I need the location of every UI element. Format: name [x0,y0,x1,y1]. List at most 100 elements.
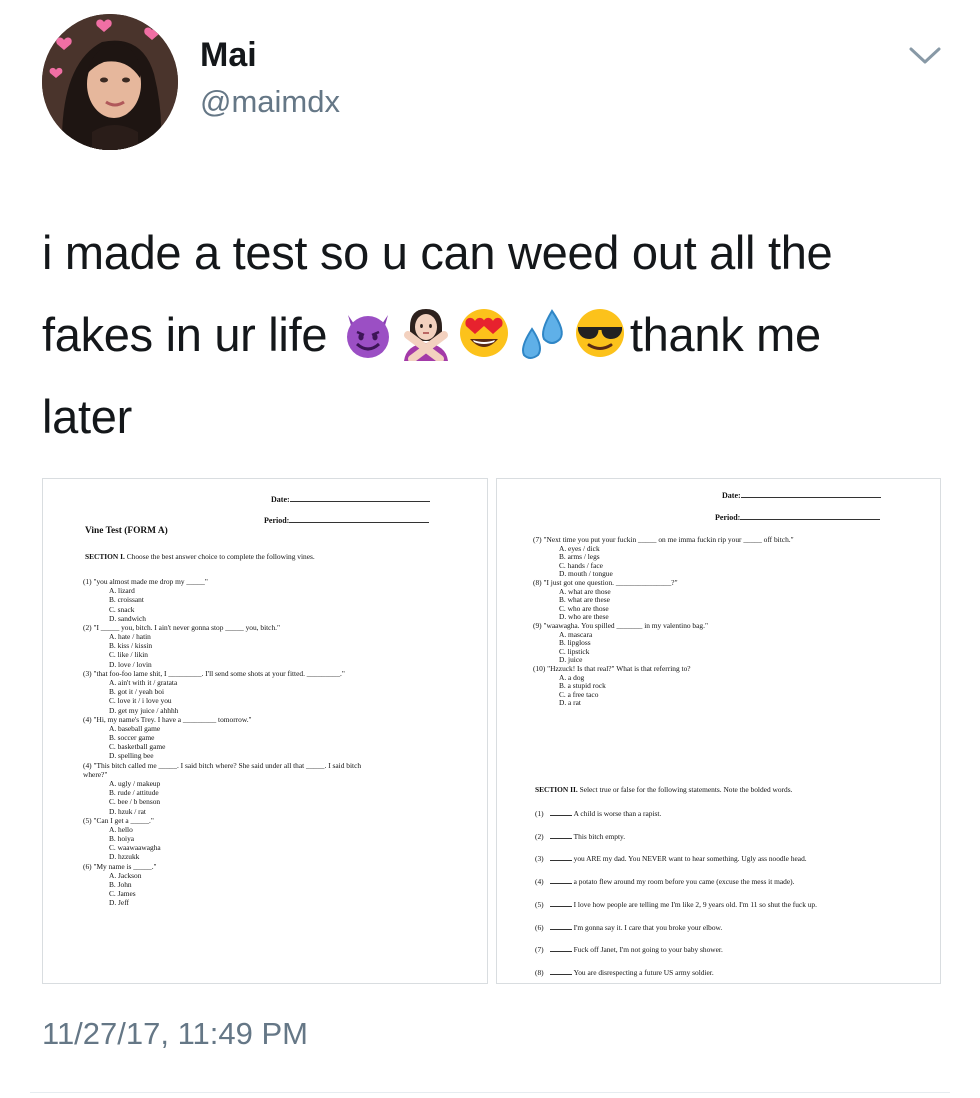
section1-instructions: Choose the best answer choice to complet… [126,552,315,561]
statement-text: This bitch empty. [573,831,626,841]
tweet-text-line2a: fakes in ur life [42,308,340,361]
statement-text: Fuck off Janet, I'm not going to your ba… [573,945,723,955]
statement-row: (3) you ARE my dad. You NEVER want to hea… [535,854,807,863]
tweet-text-line1: i made a test so u can weed out all the [42,226,833,279]
statement-number: (2) [535,831,544,841]
attached-image-form-b[interactable]: Date: Period: (7) "Next time you put you… [496,478,941,984]
answer-blank [549,877,572,885]
answer-blank [549,809,572,816]
answer-blank [549,832,572,839]
question-line: (10) "Hzzuck! Is that real?" What is tha… [533,664,691,673]
period-label: Period: [264,516,290,525]
answer-option: D. hzuk / rat [109,806,146,816]
statement-text: you ARE my dad. You NEVER want to hear s… [573,854,807,864]
chevron-down-icon[interactable] [905,44,945,68]
tweet-text-line2: fakes in ur life thank me [42,294,942,376]
period-row: Period: [264,516,430,525]
answer-blank [549,900,572,907]
divider [30,1092,950,1093]
statement-text: A child is worse than a rapist. [573,809,662,818]
statement-row: (7) Fuck off Janet, I'm not going to your… [535,945,723,954]
answer-option: C. snack [109,604,135,614]
statement-row: (2) This bitch empty. [535,832,625,841]
answer-option: B. got it / yeah boi [109,687,165,697]
answer-option: C. bee / b benson [109,797,161,807]
smiling-devil-emoji [340,305,396,361]
attached-image-form-a[interactable]: Date: Period: Vine Test (FORM A) SECTION… [42,478,488,984]
answer-option: A. lizard [109,586,135,596]
question-line: (5) "Can I get a _____." [83,815,154,825]
answer-option: C. James [109,889,136,899]
section1-heading: SECTION I. Choose the best answer choice… [85,552,315,561]
answer-option: D. a rat [559,698,581,708]
statement-text: I love how people are telling me I'm lik… [573,899,817,909]
question-line: (4) "Hi, my name's Trey. I have a ______… [83,714,252,724]
answer-option: A. baseball game [109,723,161,733]
answer-option: A. ugly / makeup [109,778,161,788]
question-line: (3) "that foo-foo lame shit, I _________… [83,668,345,678]
statement-number: (6) [535,922,544,932]
user-handle[interactable]: @maimdx [200,84,340,120]
form-title: Vine Test (FORM A) [85,526,168,536]
answer-option: B. rude / attitude [109,788,159,798]
answer-blank [549,854,572,862]
answer-option: C. love it / i love you [109,696,172,706]
statement-number: (5) [535,899,544,909]
heart-eyes-emoji [456,305,512,361]
profile-photo [42,14,178,150]
statement-text: a potato flew around my room before you … [573,877,795,887]
answer-option: D. Jeff [109,898,129,908]
answer-blank [549,968,572,975]
answer-option: C. basketball game [109,742,166,752]
date-row: Date: [722,491,881,500]
person-gesturing-no-emoji [398,305,454,361]
answer-option: B. kiss / kissin [109,641,153,651]
answer-option: D. hzzukk [109,852,140,862]
date-row: Date: [271,495,430,504]
statement-text: I'm gonna say it. I care that you broke … [573,922,723,932]
answer-option: A. ain't with it / gratata [109,677,178,687]
date-label: Date: [271,495,290,504]
statement-number: (1) [535,809,544,818]
tweet-timestamp[interactable]: 11/27/17, 11:49 PM [42,1016,308,1052]
answer-option: B. hoiya [109,834,135,844]
answer-blank [549,945,572,953]
tweet-text-line3: later [42,390,132,443]
answer-option: D. get my juice / ahhhh [109,705,179,715]
answer-option: B. croissant [109,595,144,605]
answer-option: A. Jackson [109,870,142,880]
statement-number: (3) [535,854,544,864]
period-label: Period: [715,513,741,522]
section2-instructions: Select true or false for the following s… [579,785,793,794]
statement-text: You are disrespecting a future US army s… [573,967,714,977]
statement-row: (8) You are disrespecting a future US arm… [535,968,714,977]
tweet-text-line2b: thank me [629,308,821,361]
answer-option: D. sandwich [109,613,146,623]
answer-option: A. hate / hatin [109,632,151,642]
question-line: (1) "you almost made me drop my _____" [83,577,208,586]
question-line: (4) "This bitch called me _____. I said … [83,760,362,770]
tweet-text: i made a test so u can weed out all the … [42,212,942,458]
avatar[interactable] [42,14,178,150]
question-line: where?" [83,769,108,779]
date-label: Date: [722,491,741,500]
section2-label: SECTION II. [535,785,578,794]
period-row: Period: [715,513,881,522]
statement-row: (6) I'm gonna say it. I care that you bro… [535,923,722,932]
answer-option: C. waawaawagha [109,843,161,853]
answer-option: B. soccer game [109,733,155,743]
statement-row: (1) A child is worse than a rapist. [535,809,661,818]
statement-row: (4) a potato flew around my room before y… [535,877,794,886]
answer-option: B. John [109,879,132,889]
question-line: (6) "My name is _____." [83,861,157,871]
statement-number: (8) [535,967,544,977]
statement-number: (7) [535,945,544,955]
sweat-droplets-emoji [514,305,570,361]
section1-label: SECTION I. [85,552,125,561]
question-line: (2) "I _____ you, bitch. I ain't never g… [83,622,281,632]
statement-row: (5) I love how people are telling me I'm … [535,900,817,909]
answer-option: A. hello [109,824,133,834]
answer-blank [549,923,572,930]
section2-heading: SECTION II. Select true or false for the… [535,785,792,794]
display-name[interactable]: Mai [200,36,257,75]
